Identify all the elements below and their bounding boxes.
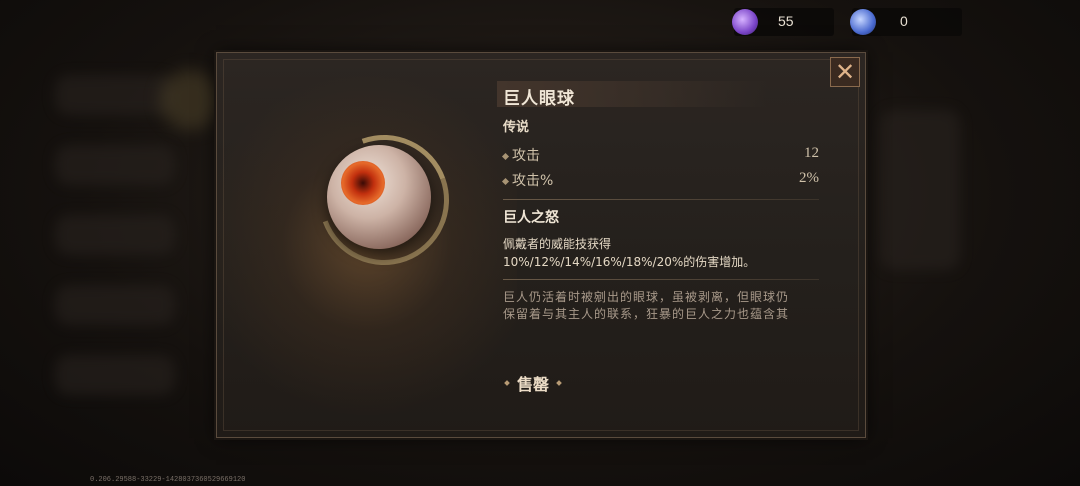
stat-value: 2%	[799, 170, 819, 186]
item-rarity: 传说	[503, 120, 530, 135]
background-panel-left-1	[55, 75, 175, 115]
lore-line-2: 保留着与其主人的联系，狂暴的巨人之力也蕴含其	[503, 307, 790, 321]
skill-name: 巨人之怒	[503, 210, 559, 226]
close-button[interactable]: ✕	[830, 57, 860, 87]
stat-row-attack: 攻击 12	[501, 145, 819, 165]
purple-gem-icon	[732, 9, 758, 35]
build-id: 0.206.29588-33229-1428037360529669120	[90, 476, 246, 484]
divider	[503, 279, 819, 280]
currency-blue-value: 0	[900, 13, 908, 29]
skill-description-line-2: 10%/12%/14%/16%/18%/20%的伤害增加。	[503, 255, 756, 269]
currency-purple-value: 55	[778, 13, 794, 29]
diamond-bullet-icon	[501, 152, 510, 160]
currency-blue: 0	[850, 8, 962, 36]
sell-button[interactable]: 售罄	[499, 371, 567, 395]
skill-description-line-1: 佩戴者的威能技获得	[503, 237, 612, 251]
stat-row-attack-percent: 攻击% 2%	[501, 170, 819, 190]
background-panel-left-4	[55, 285, 175, 325]
diamond-bullet-icon	[501, 177, 510, 185]
eyeball	[327, 145, 431, 249]
divider	[503, 199, 819, 200]
diamond-bullet-icon	[556, 380, 562, 386]
diamond-bullet-icon	[504, 380, 510, 386]
stat-label: 攻击%	[512, 173, 554, 189]
stat-value: 12	[804, 145, 819, 161]
background-panel-left-5	[55, 355, 175, 395]
item-eyeball-image	[297, 113, 471, 287]
eyeball-iris	[341, 161, 385, 205]
sell-button-label: 售罄	[516, 375, 549, 394]
background-panel-left-2	[55, 145, 175, 185]
currency-purple: 55	[732, 8, 834, 36]
item-name: 巨人眼球	[503, 89, 575, 109]
blue-orb-icon	[850, 9, 876, 35]
close-x-icon: ✕	[834, 58, 856, 86]
background-panel-right	[880, 110, 960, 270]
background-orb	[160, 70, 220, 130]
stat-label: 攻击	[512, 148, 540, 164]
lore-line-1: 巨人仍活着时被剜出的眼球，虽被剥离，但眼球仍	[503, 290, 790, 304]
background-panel-left-3	[55, 215, 175, 255]
item-detail-panel: ✕ 巨人眼球 传说 攻击 12 攻击% 2% 巨人之怒 佩戴者的威能技获得 10…	[216, 52, 866, 438]
